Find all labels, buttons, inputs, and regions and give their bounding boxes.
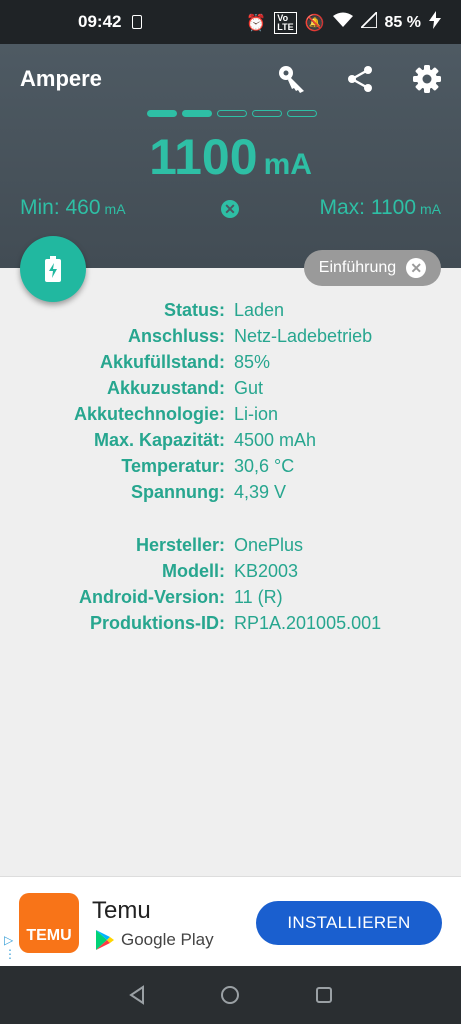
charging-bolt-icon: [429, 11, 441, 34]
back-icon[interactable]: [126, 984, 148, 1006]
list-item: Akkutechnologie: Li-ion: [73, 404, 279, 424]
alarm-icon: ⏰: [246, 14, 267, 32]
list-item: Spannung: 4,39 V: [131, 482, 287, 502]
page-dot: [182, 110, 212, 117]
sim-icon: [132, 15, 142, 29]
ad-app-name: Temu: [92, 897, 151, 924]
list-item: Temperatur: 30,6 °C: [121, 456, 295, 476]
max-unit: mA: [420, 201, 441, 217]
google-play-icon: [96, 930, 114, 950]
list-item: Android-Version: 11 (R): [78, 587, 283, 607]
max-reading: Max: 1100 mA: [320, 196, 442, 220]
status-time: 09:42: [78, 12, 122, 31]
current-value: 1100: [149, 129, 258, 185]
close-icon[interactable]: ✕: [406, 258, 427, 278]
list-item: Akkufüllstand: 85%: [99, 352, 271, 372]
ad-store: Google Play: [95, 929, 214, 951]
page-dot: [217, 110, 247, 117]
intro-chip-label: Einführung: [318, 259, 397, 276]
adchoices-icon[interactable]: ▷ ⋮: [4, 933, 16, 961]
page-dot: [147, 110, 177, 117]
list-item: Modell: KB2003: [162, 561, 299, 581]
key-icon[interactable]: [275, 62, 309, 96]
install-button[interactable]: INSTALLIEREN: [256, 901, 442, 945]
share-icon[interactable]: [343, 62, 377, 96]
recents-icon[interactable]: [313, 984, 335, 1006]
temu-logo[interactable]: TEMU: [19, 893, 79, 953]
battery-percentage: 85 %: [384, 13, 421, 31]
min-reading: Min: 460 mA: [20, 196, 126, 220]
mute-icon: 🔕: [304, 14, 325, 32]
list-item: Produktions-ID: RP1A.201005.001: [90, 613, 382, 633]
navigation-bar: [0, 966, 461, 1024]
min-unit: mA: [104, 201, 126, 217]
intro-chip[interactable]: Einführung ✕: [304, 250, 441, 286]
home-icon[interactable]: [219, 984, 241, 1006]
app-title: Ampere: [20, 66, 102, 91]
reset-minmax-icon[interactable]: ✕: [221, 200, 239, 218]
list-item: Status: Laden: [163, 300, 285, 320]
status-icons: ⏰ Vo LTE 🔕 85 %: [246, 9, 441, 34]
battery-charging-icon: [45, 256, 61, 282]
page-dot: [252, 110, 282, 117]
app-header: Ampere 1100 mA Min: 460 mA ✕ Max: 1100 m…: [0, 44, 461, 268]
list-item: Anschluss: Netz-Ladebetrieb: [127, 326, 373, 346]
page-dot: [287, 110, 317, 117]
settings-gear-icon[interactable]: [410, 62, 444, 96]
list-item: Hersteller: OnePlus: [135, 535, 304, 555]
page-indicator: [147, 110, 317, 117]
battery-fab-button[interactable]: [20, 236, 86, 302]
current-reading: 1100 mA: [0, 128, 461, 186]
ad-banner[interactable]: TEMU Temu Google Play INSTALLIEREN ▷ ⋮: [0, 876, 461, 967]
signal-icon: [358, 9, 378, 33]
list-item: Akkuzustand: Gut: [106, 378, 264, 398]
volte-icon: Vo LTE: [274, 11, 297, 34]
wifi-icon: [332, 12, 353, 33]
list-item: Max. Kapazität: 4500 mAh: [93, 430, 317, 450]
max-label: Max: 1100: [319, 196, 417, 219]
current-unit: mA: [263, 148, 312, 181]
status-bar: 09:42 ⏰ Vo LTE 🔕 85 %: [0, 0, 461, 44]
min-label: Min: 460: [20, 196, 101, 219]
